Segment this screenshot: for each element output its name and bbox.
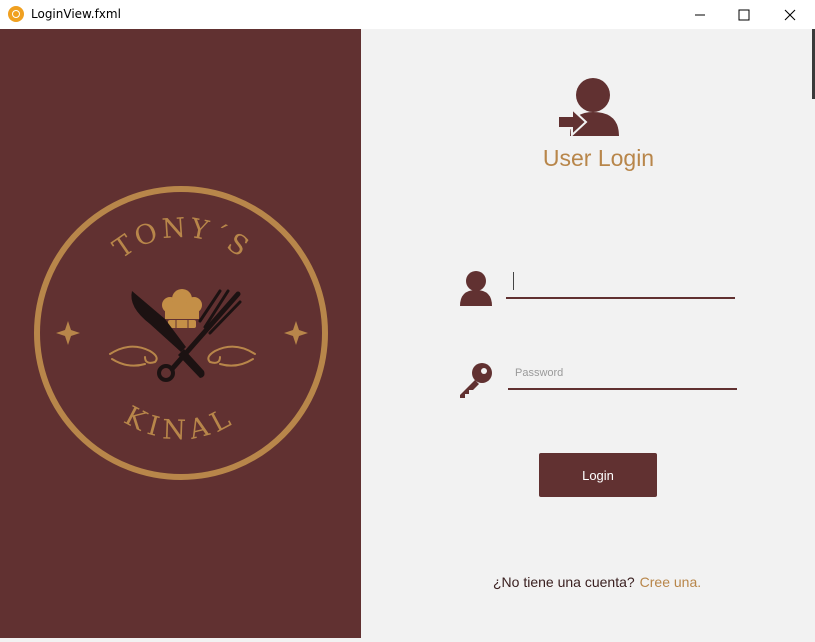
- text-caret: [513, 272, 514, 290]
- key-icon: [460, 363, 492, 398]
- close-icon: [784, 9, 796, 20]
- restaurant-logo: TONY´S KINAL: [34, 186, 328, 480]
- brand-panel: TONY´S KINAL: [0, 29, 361, 638]
- username-input[interactable]: [513, 271, 731, 293]
- signup-question: ¿No tiene una cuenta?: [493, 574, 635, 590]
- maximize-button[interactable]: [721, 0, 767, 29]
- app-icon: [8, 6, 24, 22]
- signup-link[interactable]: Cree una.: [640, 574, 701, 590]
- login-button[interactable]: Login: [539, 453, 657, 497]
- password-input[interactable]: [515, 364, 733, 382]
- chef-hat-icon: [162, 289, 202, 328]
- close-button[interactable]: [767, 0, 813, 29]
- user-icon: [460, 271, 492, 306]
- login-title: User Login: [542, 145, 655, 171]
- maximize-icon: [738, 9, 750, 20]
- password-underline: [508, 388, 737, 390]
- sparkle-left-icon: [56, 321, 80, 345]
- user-login-icon: [557, 78, 619, 138]
- signup-prompt: ¿No tiene una cuenta? Cree una.: [493, 574, 701, 590]
- window-titlebar: LoginView.fxml: [0, 0, 815, 29]
- minimize-button[interactable]: [677, 0, 723, 29]
- logo-bottom-text: KINAL: [119, 400, 241, 446]
- window-title: LoginView.fxml: [31, 7, 121, 21]
- minimize-icon: [695, 14, 705, 15]
- sparkle-right-icon: [284, 321, 308, 345]
- logo-top-text: TONY´S: [108, 212, 257, 265]
- username-underline: [506, 297, 735, 299]
